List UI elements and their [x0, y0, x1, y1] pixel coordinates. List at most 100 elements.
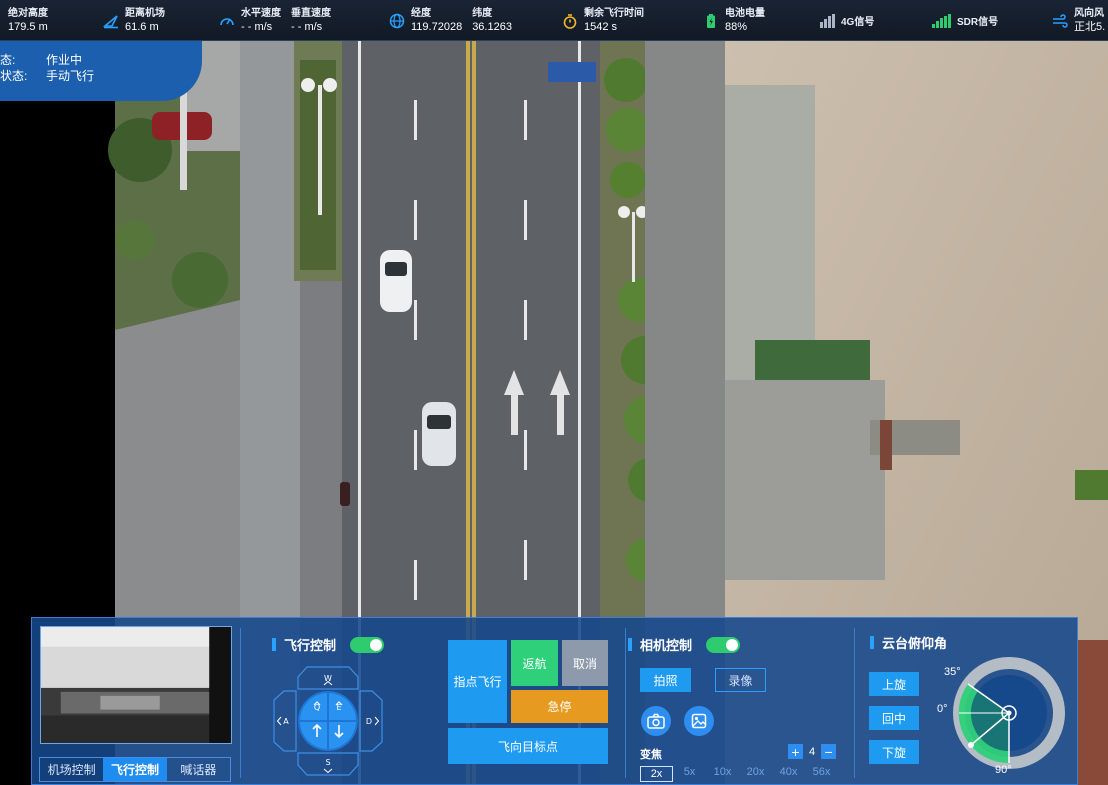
deg-90-label: 90° — [995, 764, 1012, 776]
dpad-s-label: S — [325, 758, 330, 767]
distance-icon — [103, 14, 118, 28]
stopwatch-icon — [563, 13, 577, 29]
v-speed-value: - - m/s — [291, 20, 323, 33]
key-down[interactable] — [328, 721, 356, 749]
battery: 电池电量 88% — [703, 0, 765, 41]
gimbal-center-button[interactable]: 回中 — [869, 706, 919, 730]
section-marker — [870, 636, 874, 649]
globe-icon — [389, 13, 405, 28]
signal-4g-icon — [820, 13, 835, 28]
gallery-icon[interactable] — [684, 706, 714, 736]
camera-icon[interactable] — [641, 706, 671, 736]
deg-35-label: 35° — [944, 666, 961, 678]
h-speed-label: 水平速度 — [241, 7, 281, 19]
longitude-value: 119.72028 — [411, 20, 463, 33]
remain-time: 剩余飞行时间 1542 s — [562, 0, 644, 41]
wind: 风向风 正北5. — [1052, 0, 1105, 41]
status-value: 作业中 — [46, 53, 83, 67]
point-fly-button[interactable]: 指点飞行 — [448, 640, 507, 723]
gimbal-pitch-gauge[interactable] — [944, 648, 1074, 778]
zoom-level-40x[interactable]: 40x — [772, 766, 805, 782]
photo-button[interactable]: 拍照 — [640, 668, 691, 692]
flight-control-title: 飞行控制 — [284, 638, 337, 653]
latitude-value: 36.1263 — [472, 20, 512, 33]
return-home-button[interactable]: 返航 — [511, 640, 558, 686]
zoom-stepper: + 4 − — [788, 744, 837, 759]
camera-control-title: 相机控制 — [640, 638, 693, 653]
dist-airport: 距离机场 61.6 m — [103, 0, 165, 41]
emergency-stop-button[interactable]: 急停 — [511, 690, 608, 723]
longitude-label: 经度 — [411, 7, 431, 19]
signal-4g-label: 4G信号 — [841, 17, 875, 28]
zoom-levels: 2x 5x 10x 20x 40x 56x — [640, 766, 838, 782]
abs-altitude-value: 179.5 m — [8, 20, 48, 33]
gimbal-header: 云台俯仰角 — [870, 633, 947, 652]
preview-image — [41, 627, 231, 743]
key-up[interactable] — [300, 721, 328, 749]
fly-to-target-button[interactable]: 飞向目标点 — [448, 728, 608, 764]
flight-control-header: 飞行控制 — [272, 635, 385, 654]
zoom-level-5x[interactable]: 5x — [673, 766, 706, 782]
camera-control-toggle[interactable] — [706, 636, 741, 653]
tab-speaker[interactable]: 喊话器 — [167, 758, 230, 781]
camera-control-header: 相机控制 — [628, 635, 741, 654]
battery-label: 电池电量 — [725, 7, 765, 19]
wind-label: 风向风 — [1074, 7, 1104, 19]
zoom-level-56x[interactable]: 56x — [805, 766, 838, 782]
status-key: 状态: — [0, 69, 28, 83]
telemetry-bar: 绝对高度 179.5 m 距离机场 61.6 m 水平速度 - - m/s 垂直… — [0, 0, 1108, 41]
abs-altitude: 绝对高度 179.5 m — [8, 0, 48, 41]
zoom-plus-button[interactable]: + — [788, 744, 803, 759]
key-s[interactable]: S — [323, 758, 333, 774]
tab-flight-control[interactable]: 飞行控制 — [103, 758, 167, 781]
zoom-label: 变焦 — [640, 749, 662, 761]
status-overlay: 态: 作业中 状态: 手动飞行 — [0, 41, 202, 101]
status-key: 态: — [0, 53, 16, 67]
status-row-mode: 状态: 手动飞行 — [0, 68, 202, 84]
cancel-button[interactable]: 取消 — [562, 640, 608, 686]
gimbal-up-button[interactable]: 上旋 — [869, 672, 919, 696]
key-w[interactable]: W — [323, 674, 333, 686]
direction-pad: W S A D Q E — [273, 666, 383, 776]
key-d[interactable]: D — [366, 716, 380, 726]
key-e-rotate[interactable]: E — [328, 693, 356, 721]
dist-airport-value: 61.6 m — [125, 20, 159, 33]
abs-altitude-label: 绝对高度 — [8, 7, 48, 19]
zoom-minus-button[interactable]: − — [821, 744, 837, 759]
speeds: 水平速度 - - m/s 垂直速度 - - m/s — [219, 0, 331, 41]
speed-gauge-icon — [220, 17, 234, 25]
position: 经度 119.72028 纬度 36.1263 — [389, 0, 512, 41]
wind-value: 正北5. — [1074, 20, 1106, 33]
remain-time-value: 1542 s — [584, 20, 618, 33]
wind-icon — [1053, 13, 1068, 28]
v-speed-label: 垂直速度 — [291, 7, 331, 19]
divider — [625, 628, 626, 778]
gimbal-down-button[interactable]: 下旋 — [869, 740, 919, 764]
dpad-d-label: D — [366, 717, 372, 726]
tab-airport-control[interactable]: 机场控制 — [40, 758, 103, 781]
control-panel: 机场控制 飞行控制 喊话器 飞行控制 W S A D Q E 指点飞行 返航 取… — [31, 617, 1078, 785]
zoom-value: 4 — [809, 745, 816, 758]
status-row-task: 态: 作业中 — [0, 52, 202, 68]
key-a[interactable]: A — [276, 716, 290, 726]
record-button[interactable]: 录像 — [715, 668, 766, 692]
dist-airport-label: 距离机场 — [125, 7, 165, 19]
section-marker — [628, 638, 632, 651]
signal-sdr-icon — [932, 13, 951, 28]
deg-0-label: 0° — [937, 703, 948, 715]
status-value: 手动飞行 — [46, 69, 95, 83]
battery-value: 88% — [725, 20, 748, 33]
zoom-level-2x[interactable]: 2x — [640, 766, 673, 782]
zoom-level-20x[interactable]: 20x — [739, 766, 772, 782]
section-marker — [272, 638, 276, 651]
signal-sdr-label: SDR信号 — [957, 17, 999, 28]
zoom-level-10x[interactable]: 10x — [706, 766, 739, 782]
remain-time-label: 剩余飞行时间 — [584, 7, 644, 19]
key-q-ascend[interactable]: Q — [300, 693, 328, 721]
flight-control-toggle[interactable] — [350, 636, 385, 653]
camera-preview[interactable] — [40, 626, 232, 744]
gimbal-title: 云台俯仰角 — [882, 636, 948, 651]
battery-icon — [707, 13, 715, 28]
latitude-label: 纬度 — [472, 7, 493, 19]
divider — [240, 628, 241, 778]
